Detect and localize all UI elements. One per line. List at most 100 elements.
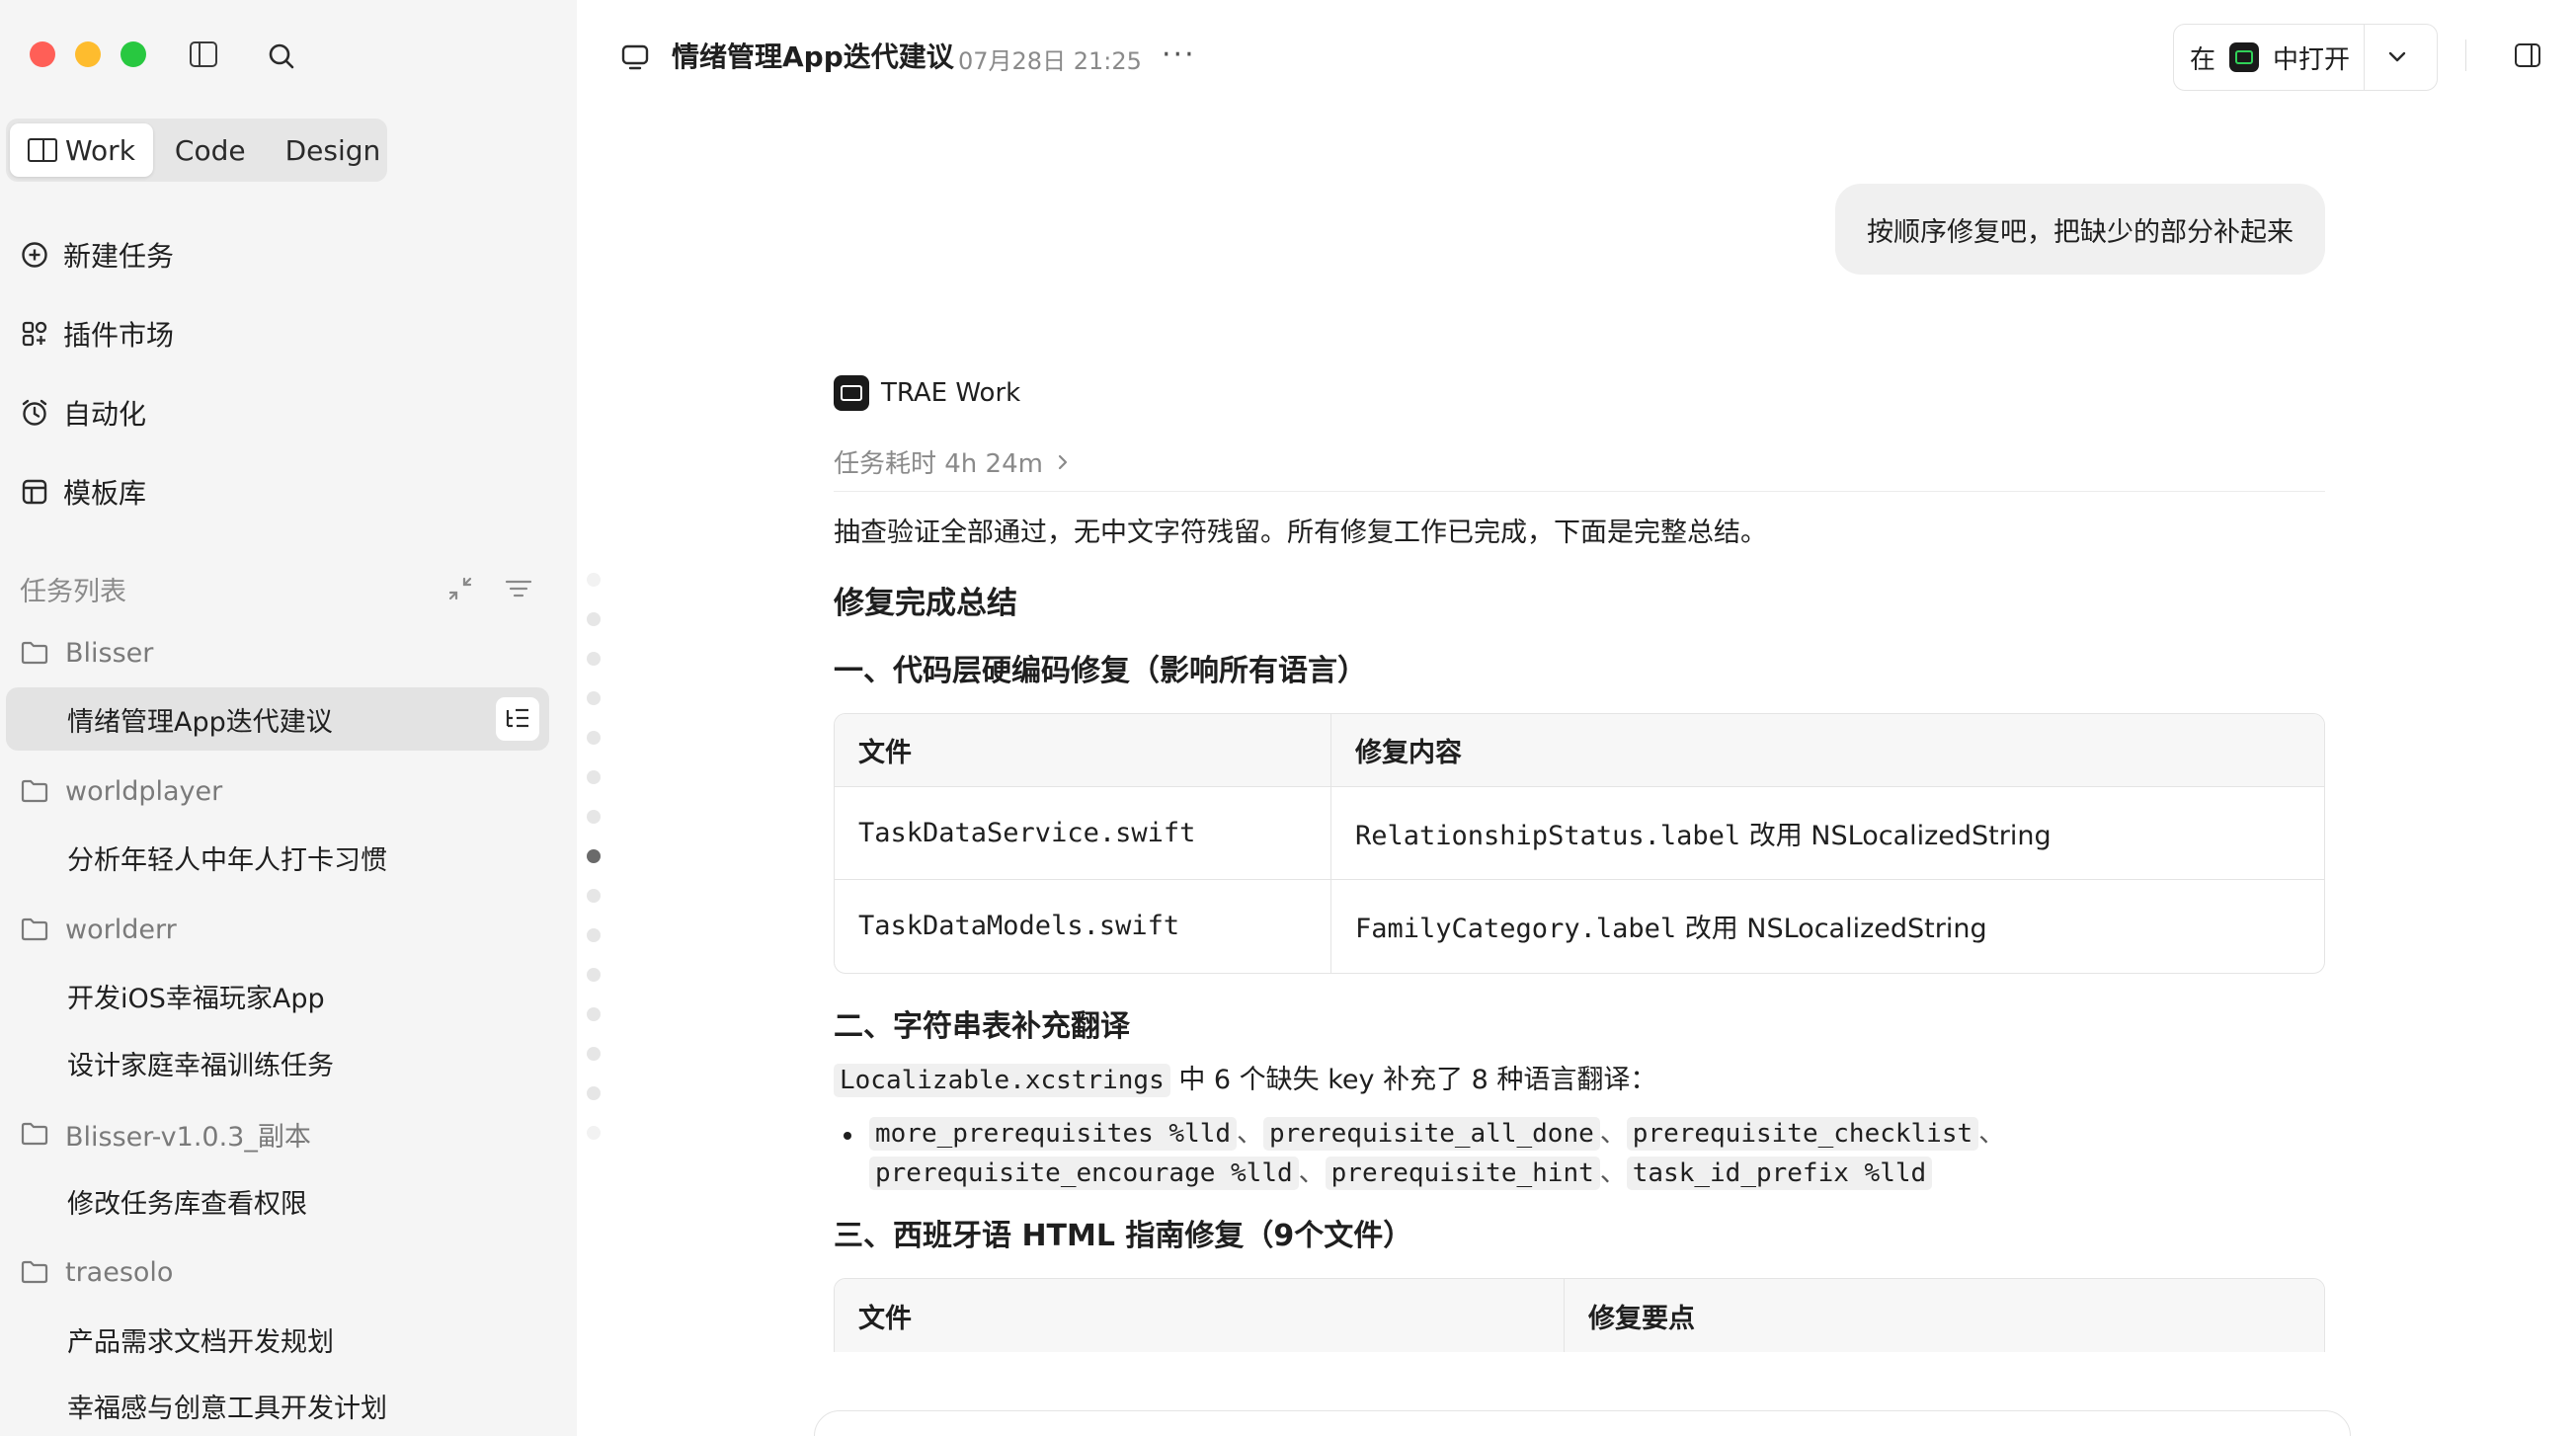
nav-dot[interactable] [587,928,601,942]
chevron-right-icon [1058,454,1068,469]
task-item[interactable]: 幸福感与创意工具开发计划 [67,1381,387,1430]
task-item[interactable]: 开发iOS幸福玩家App [67,971,325,1020]
tab-design-label: Design [284,133,381,167]
open-in-button[interactable]: 在 中打开 [2174,25,2366,90]
agent-response: TRAE Work 任务耗时 4h 24m 抽查验证全部通过，无中文字符残留。所… [834,365,2325,1352]
nav-new-task-label: 新建任务 [63,240,175,273]
nav-dot-active[interactable] [587,849,601,863]
section-2-paragraph: Localizable.xcstrings 中 6 个缺失 key 补充了 8 … [834,1061,2325,1101]
table-row: TaskDataModels.swift FamilyCategory.labe… [835,879,2324,973]
sidebar-toggle-icon[interactable] [190,41,217,67]
nav-dot[interactable] [587,770,601,784]
nav-dot[interactable] [587,731,601,745]
alarm-clock-icon [22,399,47,426]
task-item[interactable]: 分析年轻人中年人打卡习惯 [67,833,387,882]
nav-automation[interactable]: 自动化 [20,385,146,440]
table-header-fix: 修复内容 [1330,713,2324,787]
agent-header: TRAE Work [834,365,2325,421]
nav-dot[interactable] [587,691,601,705]
collapse-icon[interactable] [446,575,474,602]
conversation-time: 07月28日 21:25 [958,47,1142,75]
nav-dot[interactable] [587,1007,601,1021]
task-label: 设计家庭幸福训练任务 [67,1050,334,1081]
minimize-window-button[interactable] [75,41,101,67]
right-panel-toggle-icon[interactable] [2515,43,2540,67]
task-label: 幸福感与创意工具开发计划 [67,1393,387,1424]
task-label: 修改任务库查看权限 [67,1188,307,1220]
zoom-window-button[interactable] [121,41,146,67]
key-separator: 、 [1237,1118,1264,1149]
table-header-file: 文件 [835,713,1330,787]
open-in-dropdown[interactable] [2365,25,2430,90]
folder-label: worlderr [65,914,177,945]
nav-dot[interactable] [587,810,601,824]
task-label: 情绪管理App迭代建议 [67,706,333,738]
book-icon [28,138,57,162]
key-separator: 、 [1599,1157,1627,1188]
nav-automation-label: 自动化 [63,398,147,431]
folder-worlderr[interactable]: worlderr [20,905,177,954]
task-tree-button[interactable] [496,697,539,741]
nav-dot[interactable] [587,889,601,903]
nav-dot[interactable] [587,1086,601,1100]
section-2-heading: 二、字符串表补充翻译 [834,1008,1130,1044]
folder-worldplayer[interactable]: worldplayer [20,766,222,816]
divider [2465,40,2466,71]
chevron-down-icon [2388,51,2406,62]
user-message-text: 按顺序修复吧，把缺少的部分补起来 [1867,216,2294,248]
inline-code-key: prerequisite_all_done [1263,1117,1600,1151]
task-list-title: 任务列表 [20,576,126,607]
mode-switcher: Work Code Design [6,119,387,182]
task-item-active[interactable]: 情绪管理App迭代建议 [6,687,549,751]
nav-dot[interactable] [587,1047,601,1061]
folder-label: worldplayer [65,775,223,807]
tab-code[interactable]: Code [157,123,264,177]
message-composer[interactable] [814,1410,2351,1436]
grid-plus-icon [22,321,47,347]
nav-dot[interactable] [587,968,601,982]
table-cell-file: TaskDataService.swift [835,787,1330,880]
folder-label: Blisser [65,637,154,669]
trae-logo-icon [834,375,869,411]
task-item[interactable]: 修改任务库查看权限 [67,1176,307,1226]
task-item[interactable]: 设计家庭幸福训练任务 [67,1038,334,1087]
key-separator: 、 [1599,1118,1627,1149]
folder-blisser-copy[interactable]: Blisser-v1.0.3_副本 [20,1109,311,1158]
nav-dot[interactable] [587,1126,601,1140]
filter-icon[interactable] [504,575,533,602]
table-cell-text: 改用 NSLocalizedString [1740,820,2052,851]
task-duration[interactable]: 任务耗时 4h 24m [834,439,2325,492]
inline-code-key: task_id_prefix %lld [1626,1157,1933,1190]
folder-icon [21,641,48,665]
trae-app-icon [2229,42,2260,72]
more-options-button[interactable]: ··· [1162,38,1196,72]
nav-dot[interactable] [587,652,601,666]
nav-dot[interactable] [587,573,601,587]
folder-blisser[interactable]: Blisser [20,628,153,678]
folder-icon [21,779,48,803]
folder-traesolo[interactable]: traesolo [20,1247,173,1297]
top-bar: 情绪管理App迭代建议 07月28日 21:25 ··· 在 中打开 [577,0,2576,115]
task-label: 开发iOS幸福玩家App [67,983,325,1014]
inline-code-key: more_prerequisites %lld [869,1117,1238,1151]
folder-icon [21,1122,48,1146]
nav-new-task[interactable]: 新建任务 [20,227,174,282]
nav-templates[interactable]: 模板库 [20,464,146,519]
nav-dot[interactable] [587,612,601,626]
monitor-icon [621,44,649,70]
tab-design[interactable]: Design [268,123,399,177]
inline-code-file: Localizable.xcstrings [834,1063,1170,1097]
folder-label: traesolo [65,1256,174,1288]
nav-plugins[interactable]: 插件市场 [20,306,174,361]
nav-templates-label: 模板库 [63,477,147,510]
tab-work[interactable]: Work [10,123,153,177]
close-window-button[interactable] [30,41,55,67]
inline-code-key: prerequisite_hint [1325,1157,1600,1190]
search-icon[interactable] [267,41,296,71]
tab-work-label: Work [65,133,135,167]
table-cell-text: 改用 NSLocalizedString [1676,914,1987,944]
table-header-file: 文件 [835,1279,1564,1352]
open-in-control: 在 中打开 [2173,24,2438,91]
task-item[interactable]: 产品需求文档开发规划 [67,1315,334,1364]
conversation-title: 情绪管理App迭代建议 [672,40,954,73]
